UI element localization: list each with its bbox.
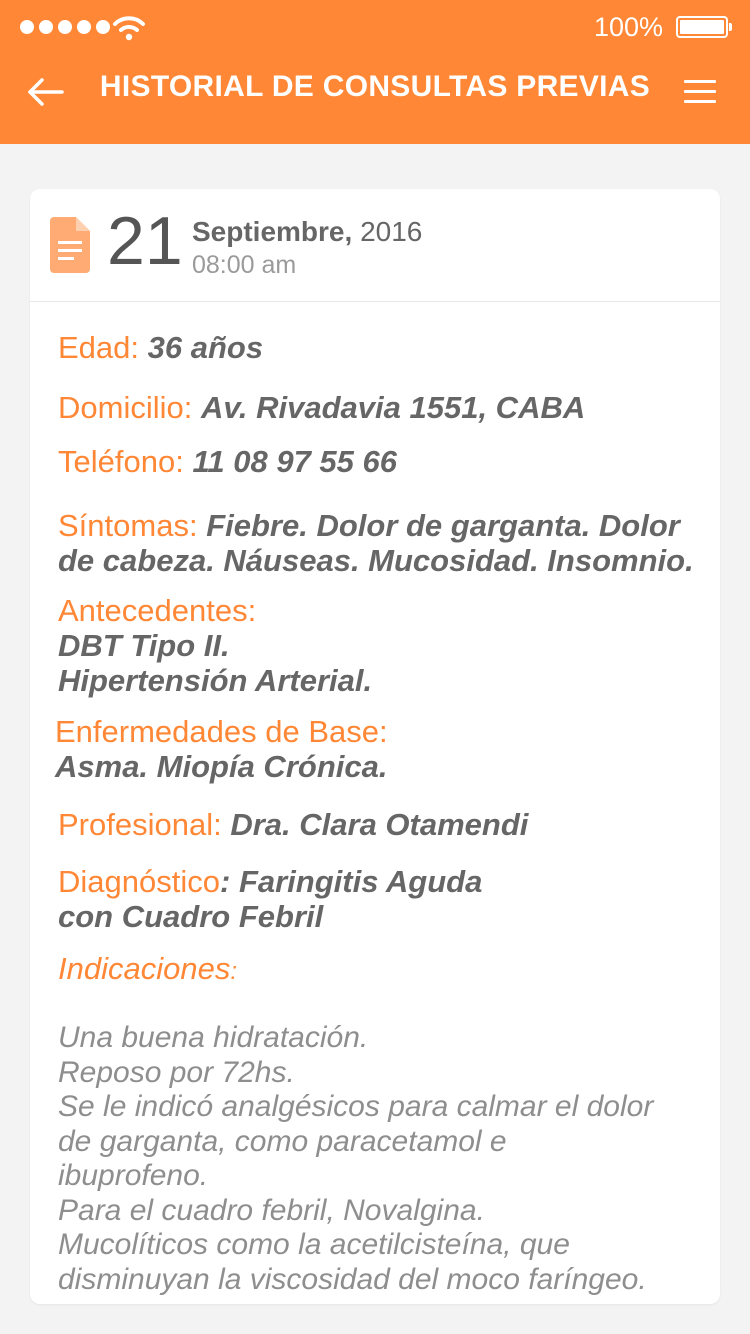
consultation-month-year: Septiembre, 2016	[192, 216, 422, 248]
consultation-card: 21 Septiembre, 2016 08:00 am Edad: 36 añ…	[30, 189, 720, 1304]
indicaciones-line: Mucolíticos como la acetilcisteína, que	[58, 1228, 570, 1261]
document-icon	[50, 217, 90, 273]
consultation-year: 2016	[360, 216, 423, 247]
indicaciones-line: de garganta, como paracetamol e	[58, 1124, 507, 1158]
indicaciones-line: ibuprofeno.	[58, 1159, 209, 1192]
field-indicaciones-label: Indicaciones:	[58, 951, 698, 989]
enfermedades-value: Asma. Miopía Crónica.	[55, 749, 388, 784]
diagnostico-colon: :	[219, 864, 231, 899]
status-bar: 100%	[0, 0, 750, 56]
consultation-day: 21	[107, 203, 183, 279]
diagnostico-label: Diagnóstico	[58, 864, 220, 899]
indicaciones-label: Indicaciones	[58, 951, 231, 986]
enfermedades-label: Enfermedades de Base:	[55, 714, 388, 749]
domicilio-value: Av. Rivadavia 1551, CABA	[200, 390, 586, 425]
field-edad: Edad: 36 años	[58, 330, 698, 365]
hamburger-menu-icon[interactable]	[684, 80, 718, 106]
indicaciones-line: Se le indicó analgésicos para calmar el …	[58, 1090, 654, 1123]
antecedentes-line: Hipertensión Arterial.	[58, 663, 373, 698]
diagnostico-value: Faringitis Aguda	[238, 864, 483, 899]
telefono-label: Teléfono:	[58, 444, 184, 479]
profesional-value: Dra. Clara Otamendi	[230, 807, 529, 842]
wifi-icon	[113, 16, 145, 41]
field-diagnostico: Diagnóstico: Faringitis Aguda con Cuadro…	[58, 864, 698, 934]
field-antecedentes: Antecedentes: DBT Tipo II. Hipertensión …	[58, 593, 698, 698]
field-enfermedades: Enfermedades de Base: Asma. Miopía Cróni…	[55, 714, 695, 784]
profesional-label: Profesional:	[58, 807, 222, 842]
consultation-time: 08:00 am	[192, 251, 297, 279]
battery-percentage: 100%	[594, 12, 664, 42]
edad-value: 36 años	[147, 330, 264, 365]
field-profesional: Profesional: Dra. Clara Otamendi	[58, 807, 698, 842]
diagnostico-value-line2: con Cuadro Febril	[58, 899, 324, 934]
edad-label: Edad:	[58, 330, 140, 365]
indicaciones-line: Una buena hidratación.	[58, 1021, 369, 1054]
indicaciones-line: Para el cuadro febril, Novalgina.	[58, 1193, 485, 1227]
sintomas-label: Síntomas:	[58, 508, 198, 543]
field-telefono: Teléfono: 11 08 97 55 66	[58, 444, 698, 479]
app-header: 100% HISTORIAL DE CONSULTAS PREVIAS	[0, 0, 750, 144]
signal-strength-icon	[20, 20, 110, 34]
telefono-value: 11 08 97 55 66	[192, 444, 398, 479]
field-domicilio: Domicilio: Av. Rivadavia 1551, CABA	[58, 390, 698, 425]
antecedentes-label: Antecedentes:	[58, 593, 257, 628]
battery-icon	[676, 16, 732, 38]
indicaciones-line: Reposo por 72hs.	[58, 1055, 295, 1089]
consultation-month: Septiembre,	[192, 216, 353, 247]
indicaciones-line: disminuyan la viscosidad del moco faríng…	[58, 1262, 647, 1296]
indicaciones-colon: :	[230, 958, 238, 985]
page-title: HISTORIAL DE CONSULTAS PREVIAS	[99, 70, 651, 103]
consultation-date-header: 21 Septiembre, 2016 08:00 am	[30, 189, 720, 302]
field-sintomas: Síntomas: Fiebre. Dolor de garganta. Dol…	[58, 508, 698, 578]
domicilio-label: Domicilio:	[58, 390, 193, 425]
indicaciones-text: Una buena hidratación. Reposo por 72hs. …	[58, 1021, 698, 1297]
antecedentes-line: DBT Tipo II.	[58, 628, 230, 663]
